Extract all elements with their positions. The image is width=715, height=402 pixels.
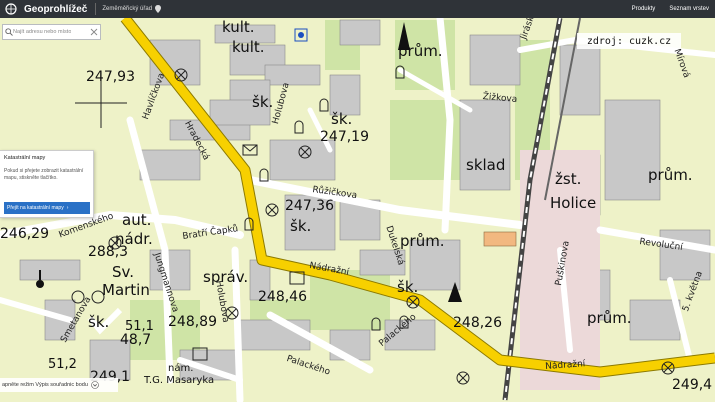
search-icon bbox=[5, 28, 13, 36]
go-to-cadastral-button[interactable]: Přejít na katastrální mapy › bbox=[4, 202, 90, 214]
button-label: Přejít na katastrální mapy bbox=[7, 205, 64, 211]
map-label: 249,4 bbox=[672, 377, 713, 393]
map-label: T.G. Masaryka bbox=[144, 375, 215, 386]
blue-point bbox=[298, 32, 304, 38]
map-label: prům. bbox=[648, 166, 693, 184]
divider bbox=[95, 3, 97, 15]
menu-seznam-vrstev[interactable]: Seznam vrstev bbox=[669, 6, 709, 12]
map-label: 248,26 bbox=[453, 315, 502, 331]
map-label: kult. bbox=[222, 18, 255, 36]
org-name: Zeměměřický úřad bbox=[102, 6, 153, 12]
map-label: kult. bbox=[232, 38, 265, 56]
map-label: šk. bbox=[290, 217, 312, 235]
source-attribution: zdroj: cuzk.cz bbox=[577, 33, 681, 49]
coordinate-mode-bar[interactable]: apněte režim Výpis souřadnic bodu bbox=[0, 378, 118, 392]
map-label: 288,3 bbox=[88, 244, 129, 260]
panel-title: Katastrální mapy bbox=[4, 155, 46, 161]
map-label: Holice bbox=[550, 194, 597, 212]
app-title[interactable]: Geoprohlížeč bbox=[24, 4, 87, 15]
map-label: sklad bbox=[466, 156, 506, 174]
map-label: 51,2 bbox=[48, 357, 77, 372]
map-label: 247,36 bbox=[285, 198, 334, 214]
map-label: prům. bbox=[398, 42, 443, 60]
chevron-down-icon[interactable] bbox=[91, 381, 99, 389]
panel-text: Pokud si přejete zobrazit katastrální ma… bbox=[4, 168, 84, 181]
map-label: 246,29 bbox=[0, 226, 49, 242]
cadastral-panel: Katastrální mapy Pokud si přejete zobraz… bbox=[0, 150, 94, 218]
map-label: šk. bbox=[397, 278, 419, 296]
menu-produkty[interactable]: Produkty bbox=[632, 6, 656, 12]
map-label: správ. bbox=[203, 268, 249, 286]
map-label: aut. bbox=[122, 211, 152, 229]
map-label: šk. bbox=[88, 313, 110, 331]
clear-icon[interactable] bbox=[90, 28, 98, 36]
map-label: Martin bbox=[102, 281, 150, 299]
map-label: Sv. bbox=[112, 263, 135, 281]
top-menu: Produkty Seznam vrstev bbox=[632, 0, 709, 18]
map-label: nám. bbox=[168, 363, 194, 374]
topographic-map[interactable] bbox=[0, 0, 715, 402]
map-label: šk. bbox=[331, 110, 353, 128]
map-label: 48,7 bbox=[120, 332, 152, 348]
map-label: 248,46 bbox=[258, 289, 307, 305]
map-label: 247,93 bbox=[86, 69, 135, 85]
map-label: šk. bbox=[252, 93, 274, 111]
highlight-parcel bbox=[483, 231, 517, 247]
location-pin-icon bbox=[155, 5, 162, 13]
org-link[interactable]: Zeměměřický úřad bbox=[102, 5, 162, 13]
search-input[interactable]: Najít adresu nebo místo bbox=[13, 29, 71, 35]
map-label: 248,89 bbox=[168, 314, 217, 330]
map-label: prům. bbox=[400, 232, 445, 250]
map-label: žst. bbox=[555, 170, 582, 188]
coordinate-mode-text: apněte režim Výpis souřadnic bodu bbox=[2, 382, 88, 388]
map-label: prům. bbox=[587, 309, 632, 327]
search-box[interactable]: Najít adresu nebo místo bbox=[2, 24, 101, 40]
top-bar: Geoprohlížeč Zeměměřický úřad Produkty S… bbox=[0, 0, 715, 18]
globe-logo-icon bbox=[5, 3, 17, 15]
map-label: 247,19 bbox=[320, 129, 369, 145]
chevron-right-icon: › bbox=[66, 205, 69, 211]
